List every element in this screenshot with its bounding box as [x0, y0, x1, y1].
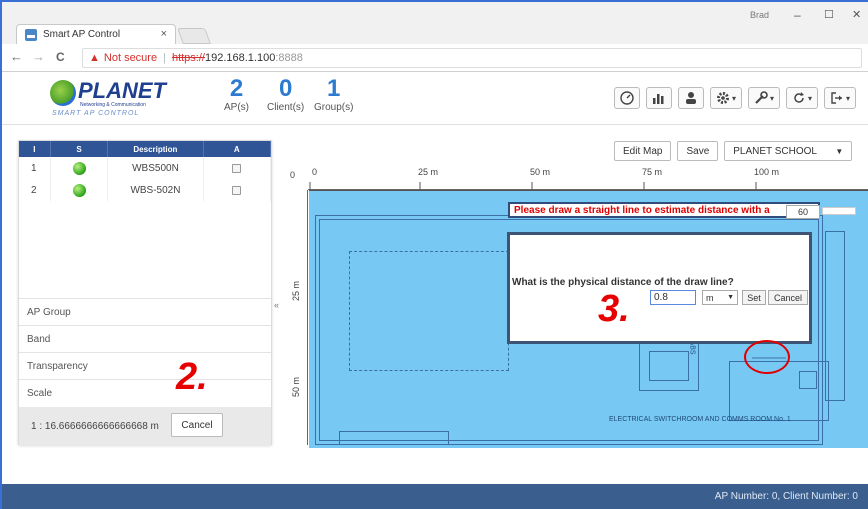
ap-count: 2 AP(s): [224, 75, 249, 114]
group-count: 1 Group(s): [314, 75, 354, 114]
floorplan-door: [799, 371, 817, 389]
save-button[interactable]: Save: [677, 141, 719, 161]
distance-input[interactable]: 0.8: [650, 290, 696, 305]
scale-value: 1 : 16.6666666666666668 m: [31, 420, 159, 432]
logo-word: PLANET: [78, 78, 166, 103]
row-index: 1: [19, 157, 51, 179]
section-ap-group[interactable]: AP Group: [19, 298, 271, 325]
logo-subtitle: SMART AP CONTROL: [52, 110, 140, 117]
back-icon[interactable]: ←: [10, 49, 23, 64]
instruction-tail: [822, 207, 856, 215]
step-2-annotation: 2.: [176, 356, 208, 398]
location-select[interactable]: PLANET SCHOOL ▼: [724, 141, 853, 161]
column-header-index[interactable]: I: [19, 141, 51, 157]
footer-status: AP Number: 0, Client Number: 0: [714, 491, 858, 502]
unit-select[interactable]: m ▼: [702, 290, 738, 305]
floorplan-switches: [339, 431, 449, 445]
close-window-icon[interactable]: ✕: [852, 8, 861, 21]
planet-globe-icon: [50, 80, 76, 106]
ruler-tick-label: 50 m: [530, 167, 551, 177]
table-row[interactable]: 2 WBS-502N: [19, 179, 271, 201]
warning-icon: ▲: [89, 52, 100, 64]
chart-icon[interactable]: [645, 87, 672, 109]
scale-cancel-button[interactable]: Cancel: [171, 413, 223, 437]
planet-logo: PLANET Networking & Communication SMART …: [50, 78, 170, 118]
forward-icon[interactable]: →: [32, 49, 45, 64]
security-status[interactable]: Not secure: [104, 52, 157, 64]
ruler-tick-label: 50 m: [291, 376, 302, 398]
distance-question: What is the physical distance of the dra…: [512, 277, 734, 288]
browser-tab-bar: Smart AP Control × Brad – ☐ ✕: [2, 2, 868, 44]
tab-title: Smart AP Control: [43, 29, 121, 40]
logo-tagline: Networking & Communication: [80, 102, 146, 108]
column-header-action[interactable]: A: [204, 141, 271, 157]
url-protocol: https://: [171, 52, 205, 64]
users-icon[interactable]: [677, 87, 704, 109]
column-header-status[interactable]: S: [51, 141, 109, 157]
section-band[interactable]: Band: [19, 325, 271, 352]
drawn-line: [752, 357, 786, 359]
app-header: PLANET Networking & Communication SMART …: [2, 73, 868, 125]
edit-map-button[interactable]: Edit Map: [614, 141, 672, 161]
ruler-tick-label: 75 m: [642, 167, 663, 177]
maximize-icon[interactable]: ☐: [824, 8, 834, 21]
dashboard-icon[interactable]: [613, 87, 640, 109]
ap-table-header: I S Description A: [19, 141, 271, 157]
chevron-down-icon: ▼: [835, 146, 844, 156]
row-index: 2: [19, 179, 51, 201]
browser-user-label[interactable]: Brad: [750, 10, 769, 20]
floorplan-cabinet: [649, 351, 689, 381]
scale-row: 1 : 16.6666666666666668 m Cancel: [19, 407, 271, 445]
unit-select-value: m: [706, 292, 714, 303]
gear-icon[interactable]: ▾: [709, 87, 742, 109]
url-port: :8888: [275, 52, 303, 64]
map-toolbar: Edit Map Save PLANET SCHOOL ▼: [614, 141, 853, 161]
collapse-panel-icon[interactable]: «: [274, 300, 279, 310]
minimize-icon[interactable]: –: [794, 8, 801, 22]
address-bar: ← → C ▲ Not secure | https:// 192.168.1.…: [2, 44, 868, 72]
distance-dialog: What is the physical distance of the dra…: [507, 232, 812, 344]
row-checkbox[interactable]: [232, 185, 242, 195]
line-length-value: 60: [786, 205, 820, 219]
tab-close-icon[interactable]: ×: [161, 28, 167, 40]
table-row[interactable]: 1 WBS500N: [19, 157, 271, 179]
header-toolbar: ▾ ▾ ▾ ▾: [613, 87, 856, 109]
floorplan-zone: [349, 251, 509, 371]
row-description: WBS-502N: [108, 179, 204, 201]
app-favicon-icon: [25, 28, 37, 41]
set-button[interactable]: Set: [742, 290, 766, 305]
url-host: 192.168.1.100: [204, 52, 276, 64]
dialog-cancel-button[interactable]: Cancel: [768, 290, 808, 305]
ap-side-panel: I S Description A 1 WBS500N 2 WBS-502N A…: [18, 140, 272, 445]
logout-icon[interactable]: ▾: [823, 87, 856, 109]
row-checkbox[interactable]: [232, 163, 242, 173]
row-description: WBS500N: [108, 157, 204, 179]
instruction-banner: Please draw a straight line to estimate …: [508, 202, 820, 218]
vertical-ruler: [298, 190, 308, 445]
location-select-value: PLANET SCHOOL: [733, 145, 817, 157]
reload-icon[interactable]: C: [56, 50, 65, 64]
ruler-origin-label: 0: [290, 170, 296, 180]
wrench-icon[interactable]: ▾: [747, 87, 780, 109]
step-3-annotation: 3.: [598, 288, 630, 330]
ruler-tick-label: 25 m: [418, 167, 439, 177]
url-field[interactable]: ▲ Not secure | https:// 192.168.1.100 :8…: [82, 48, 862, 68]
new-tab-button[interactable]: [177, 28, 211, 44]
floorplan-corridor: [825, 231, 845, 401]
ruler-tick-label: 25 m: [291, 280, 302, 302]
chevron-down-icon: ▼: [727, 294, 734, 301]
status-footer: AP Number: 0, Client Number: 0: [2, 484, 868, 509]
ruler-tick-label: 100 m: [754, 167, 780, 177]
section-transparency[interactable]: Transparency: [19, 352, 271, 379]
room-label: ELECTRICAL SWITCHROOM AND COMMS ROOM No.…: [609, 416, 791, 423]
status-online-icon: [72, 161, 86, 175]
client-count: 0 Client(s): [267, 75, 305, 114]
refresh-icon[interactable]: ▾: [785, 87, 818, 109]
browser-tab[interactable]: Smart AP Control ×: [16, 24, 176, 44]
ruler-tick-label: 0: [312, 167, 318, 177]
url-separator: |: [163, 52, 166, 64]
status-online-icon: [72, 183, 86, 197]
section-scale[interactable]: Scale: [19, 379, 271, 406]
column-header-description[interactable]: Description: [108, 141, 204, 157]
